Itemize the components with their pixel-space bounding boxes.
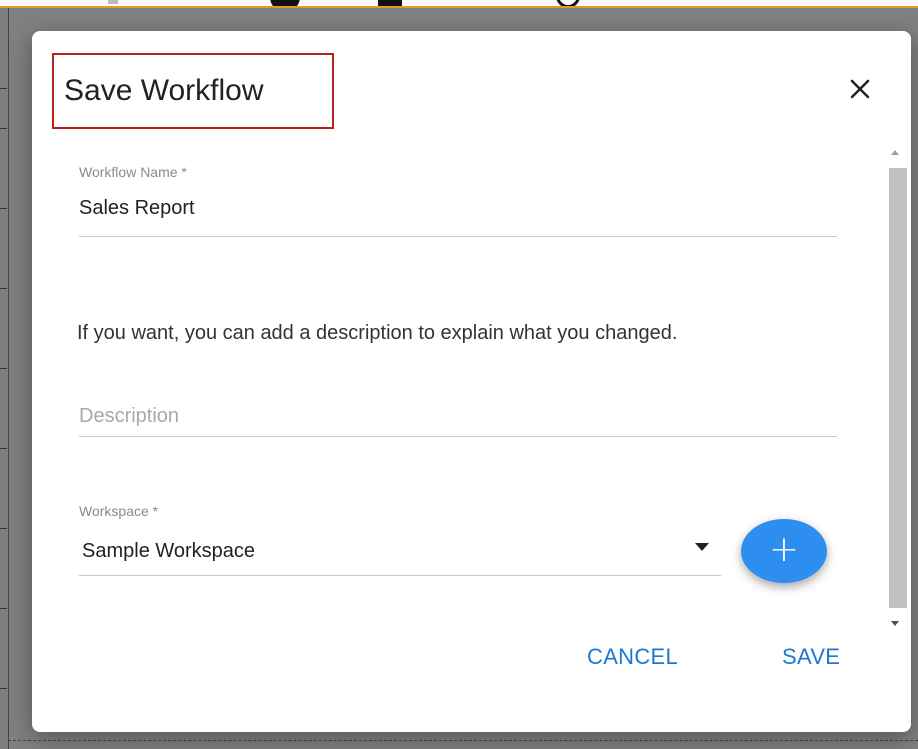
dialog-title: Save Workflow [52,53,334,129]
ruler-tick [0,608,7,609]
save-workflow-dialog: Save Workflow Workflow Name * If you wan… [32,31,911,732]
toolbar-dot-icon [108,0,118,4]
workflow-name-label: Workflow Name * [79,164,187,180]
workspace-label: Workspace * [79,503,159,519]
ruler-tick [0,288,7,289]
save-button[interactable]: SAVE [782,637,840,677]
workspace-underline [79,575,721,576]
left-ruler [0,8,9,749]
workspace-select[interactable]: Sample Workspace [82,536,682,566]
workflow-name-input[interactable] [79,194,837,222]
toolbar-ring-icon[interactable] [556,0,580,6]
ruler-tick [0,528,7,529]
ruler-tick [0,448,7,449]
workflow-name-underline [79,236,837,237]
add-workspace-button[interactable]: + [741,519,827,583]
bottom-ruler [8,740,918,749]
ruler-tick [0,88,7,89]
top-toolbar [0,0,918,6]
plus-icon: + [768,529,800,570]
toolbar-circle-icon[interactable] [270,0,300,6]
ruler-tick [0,688,7,689]
close-icon [850,79,870,99]
caret-down-icon[interactable] [695,543,709,553]
description-underline [79,436,837,437]
ruler-tick [0,128,7,129]
description-hint-text: If you want, you can add a description t… [77,322,678,344]
scrollbar-thumb[interactable] [889,168,907,608]
dialog-body: Workflow Name * If you want, you can add… [32,147,911,631]
cancel-button[interactable]: CANCEL [587,637,678,677]
toolbar-square-icon[interactable] [378,0,402,6]
ruler-tick [0,208,7,209]
scroll-up-arrow-icon[interactable] [889,147,901,159]
close-button[interactable] [840,69,880,109]
description-input[interactable] [79,401,837,431]
dialog-scrollbar[interactable] [881,147,909,631]
ruler-tick [0,368,7,369]
scroll-down-arrow-icon[interactable] [889,617,901,629]
